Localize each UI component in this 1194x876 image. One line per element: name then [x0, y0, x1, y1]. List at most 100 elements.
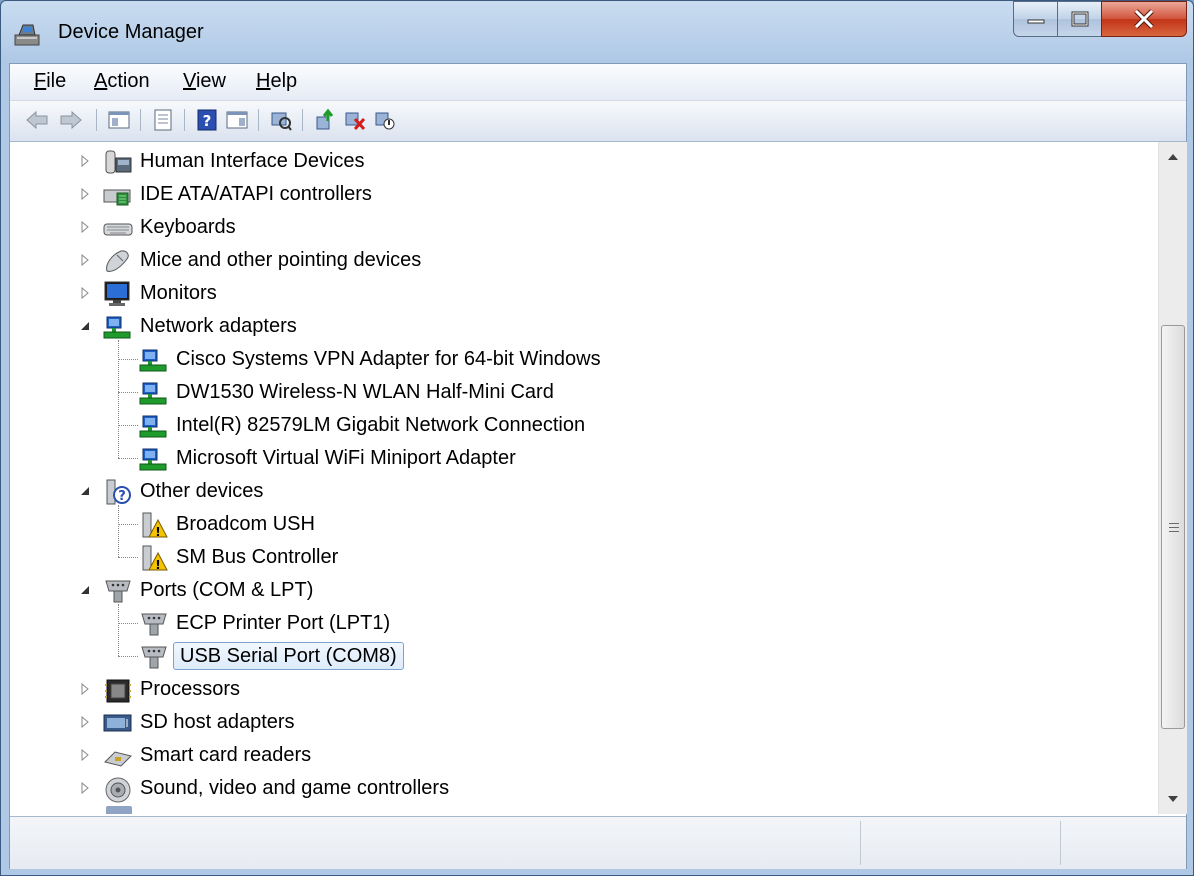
title-bar[interactable]: Device Manager	[1, 1, 1193, 65]
hid-icon	[103, 148, 133, 176]
forward-button[interactable]	[58, 107, 84, 133]
scroll-down-button[interactable]	[1159, 784, 1187, 814]
svg-text:!: !	[155, 525, 160, 539]
collapse-triangle-icon[interactable]	[78, 317, 92, 335]
tree-device-row[interactable]: DW1530 Wireless-N WLAN Half-Mini Card	[10, 376, 1158, 409]
tree-item-label: Other devices	[140, 480, 264, 502]
tree-device-row[interactable]: Cisco Systems VPN Adapter for 64-bit Win…	[10, 343, 1158, 376]
tree-category-row[interactable]: Sound, video and game controllers	[10, 772, 1158, 805]
back-arrow-icon	[26, 110, 48, 130]
toolbar-separator	[258, 109, 259, 131]
arrow-up-icon	[1168, 154, 1178, 160]
forward-arrow-icon	[60, 110, 82, 130]
expand-triangle-icon[interactable]	[78, 713, 92, 731]
tree-category-row[interactable]: Monitors	[10, 277, 1158, 310]
network-adapter-icon	[139, 346, 169, 374]
menu-view[interactable]: View	[183, 70, 226, 93]
smart-card-icon	[103, 742, 133, 770]
port-icon	[103, 577, 133, 605]
help-button[interactable]: ?	[194, 107, 220, 133]
maximize-button[interactable]	[1057, 1, 1101, 37]
tree-item-label: Ports (COM & LPT)	[140, 579, 314, 601]
close-icon	[1134, 9, 1154, 29]
partially-hidden-row	[106, 806, 132, 814]
tree-item-label: Monitors	[140, 282, 217, 304]
tree-device-row[interactable]: ECP Printer Port (LPT1)	[10, 607, 1158, 640]
disable-device-button[interactable]	[372, 107, 398, 133]
sd-adapter-icon	[103, 709, 133, 737]
warning-device-icon: !	[139, 511, 169, 539]
thumb-grip-line	[1169, 526, 1179, 528]
tree-item-label: Microsoft Virtual WiFi Miniport Adapter	[176, 447, 516, 469]
update-driver-button[interactable]	[312, 107, 338, 133]
menu-help[interactable]: Help	[256, 70, 297, 93]
tree-item-label: IDE ATA/ATAPI controllers	[140, 183, 372, 205]
tree-category-row[interactable]: IDE ATA/ATAPI controllers	[10, 178, 1158, 211]
minimize-icon	[1027, 19, 1044, 24]
network-adapter-icon	[139, 412, 169, 440]
menu-file[interactable]: File	[34, 70, 66, 93]
arrow-down-icon	[1168, 796, 1178, 802]
expand-triangle-icon[interactable]	[78, 251, 92, 269]
tree-item-label: Smart card readers	[140, 744, 312, 766]
tree-device-row[interactable]: ! SM Bus Controller	[10, 541, 1158, 574]
ide-controller-icon	[103, 181, 133, 209]
expand-triangle-icon[interactable]	[78, 746, 92, 764]
expand-triangle-icon[interactable]	[78, 284, 92, 302]
tree-category-row[interactable]: ? Other devices	[10, 475, 1158, 508]
expand-triangle-icon[interactable]	[78, 218, 92, 236]
tree-item-label: Keyboards	[140, 216, 236, 238]
expand-triangle-icon[interactable]	[78, 152, 92, 170]
tree-category-row[interactable]: Processors	[10, 673, 1158, 706]
properties-button[interactable]	[150, 107, 176, 133]
collapse-triangle-icon[interactable]	[78, 482, 92, 500]
processor-icon	[103, 676, 133, 704]
collapse-triangle-icon[interactable]	[78, 581, 92, 599]
show-action-pane-icon	[226, 111, 248, 129]
uninstall-icon	[345, 112, 366, 131]
tree-item-label: Sound, video and game controllers	[140, 777, 450, 799]
svg-text:?: ?	[118, 489, 126, 504]
scroll-thumb[interactable]	[1161, 325, 1185, 729]
tree-device-row[interactable]: USB Serial Port (COM8)	[10, 640, 1158, 673]
tree-category-row[interactable]: Keyboards	[10, 211, 1158, 244]
tree-device-row[interactable]: Intel(R) 82579LM Gigabit Network Connect…	[10, 409, 1158, 442]
scroll-up-button[interactable]	[1159, 142, 1187, 172]
toolbar-separator	[184, 109, 185, 131]
menu-action[interactable]: Action	[94, 70, 150, 93]
update-driver-icon	[316, 109, 334, 130]
toolbar-separator	[302, 109, 303, 131]
expand-triangle-icon[interactable]	[78, 779, 92, 797]
tree-category-row[interactable]: Mice and other pointing devices	[10, 244, 1158, 277]
toolbar: ?	[10, 101, 1186, 142]
window-title: Device Manager	[58, 21, 204, 43]
device-manager-window: Device Manager File Action View Help ? H…	[0, 0, 1194, 876]
close-button[interactable]	[1101, 1, 1187, 37]
uninstall-button[interactable]	[342, 107, 368, 133]
expand-triangle-icon[interactable]	[78, 680, 92, 698]
vertical-scrollbar[interactable]	[1158, 142, 1187, 814]
tree-category-row[interactable]: SD host adapters	[10, 706, 1158, 739]
svg-text:?: ?	[203, 112, 212, 130]
tree-device-row[interactable]: Microsoft Virtual WiFi Miniport Adapter	[10, 442, 1158, 475]
network-adapter-icon	[103, 313, 133, 341]
tree-device-row[interactable]: ! Broadcom USH	[10, 508, 1158, 541]
back-button[interactable]	[24, 107, 50, 133]
unknown-device-icon: ?	[103, 478, 133, 506]
caption-buttons	[1013, 1, 1187, 41]
menu-bar: File Action View Help	[10, 64, 1186, 101]
tree-item-label: Processors	[140, 678, 241, 700]
tree-item-label: Broadcom USH	[176, 513, 315, 535]
show-hide-console-tree-button[interactable]	[106, 107, 132, 133]
tree-category-row[interactable]: Smart card readers	[10, 739, 1158, 772]
expand-triangle-icon[interactable]	[78, 185, 92, 203]
minimize-button[interactable]	[1013, 1, 1057, 37]
show-action-pane-button[interactable]	[224, 107, 250, 133]
tree-item-label: Intel(R) 82579LM Gigabit Network Connect…	[176, 414, 586, 436]
tree-category-row[interactable]: Human Interface Devices	[10, 145, 1158, 178]
device-tree[interactable]: Human Interface Devices IDE ATA/ATAPI con…	[10, 142, 1158, 814]
tree-item-label: SM Bus Controller	[176, 546, 339, 568]
tree-category-row[interactable]: Network adapters	[10, 310, 1158, 343]
tree-category-row[interactable]: Ports (COM & LPT)	[10, 574, 1158, 607]
scan-hardware-changes-button[interactable]	[268, 107, 294, 133]
